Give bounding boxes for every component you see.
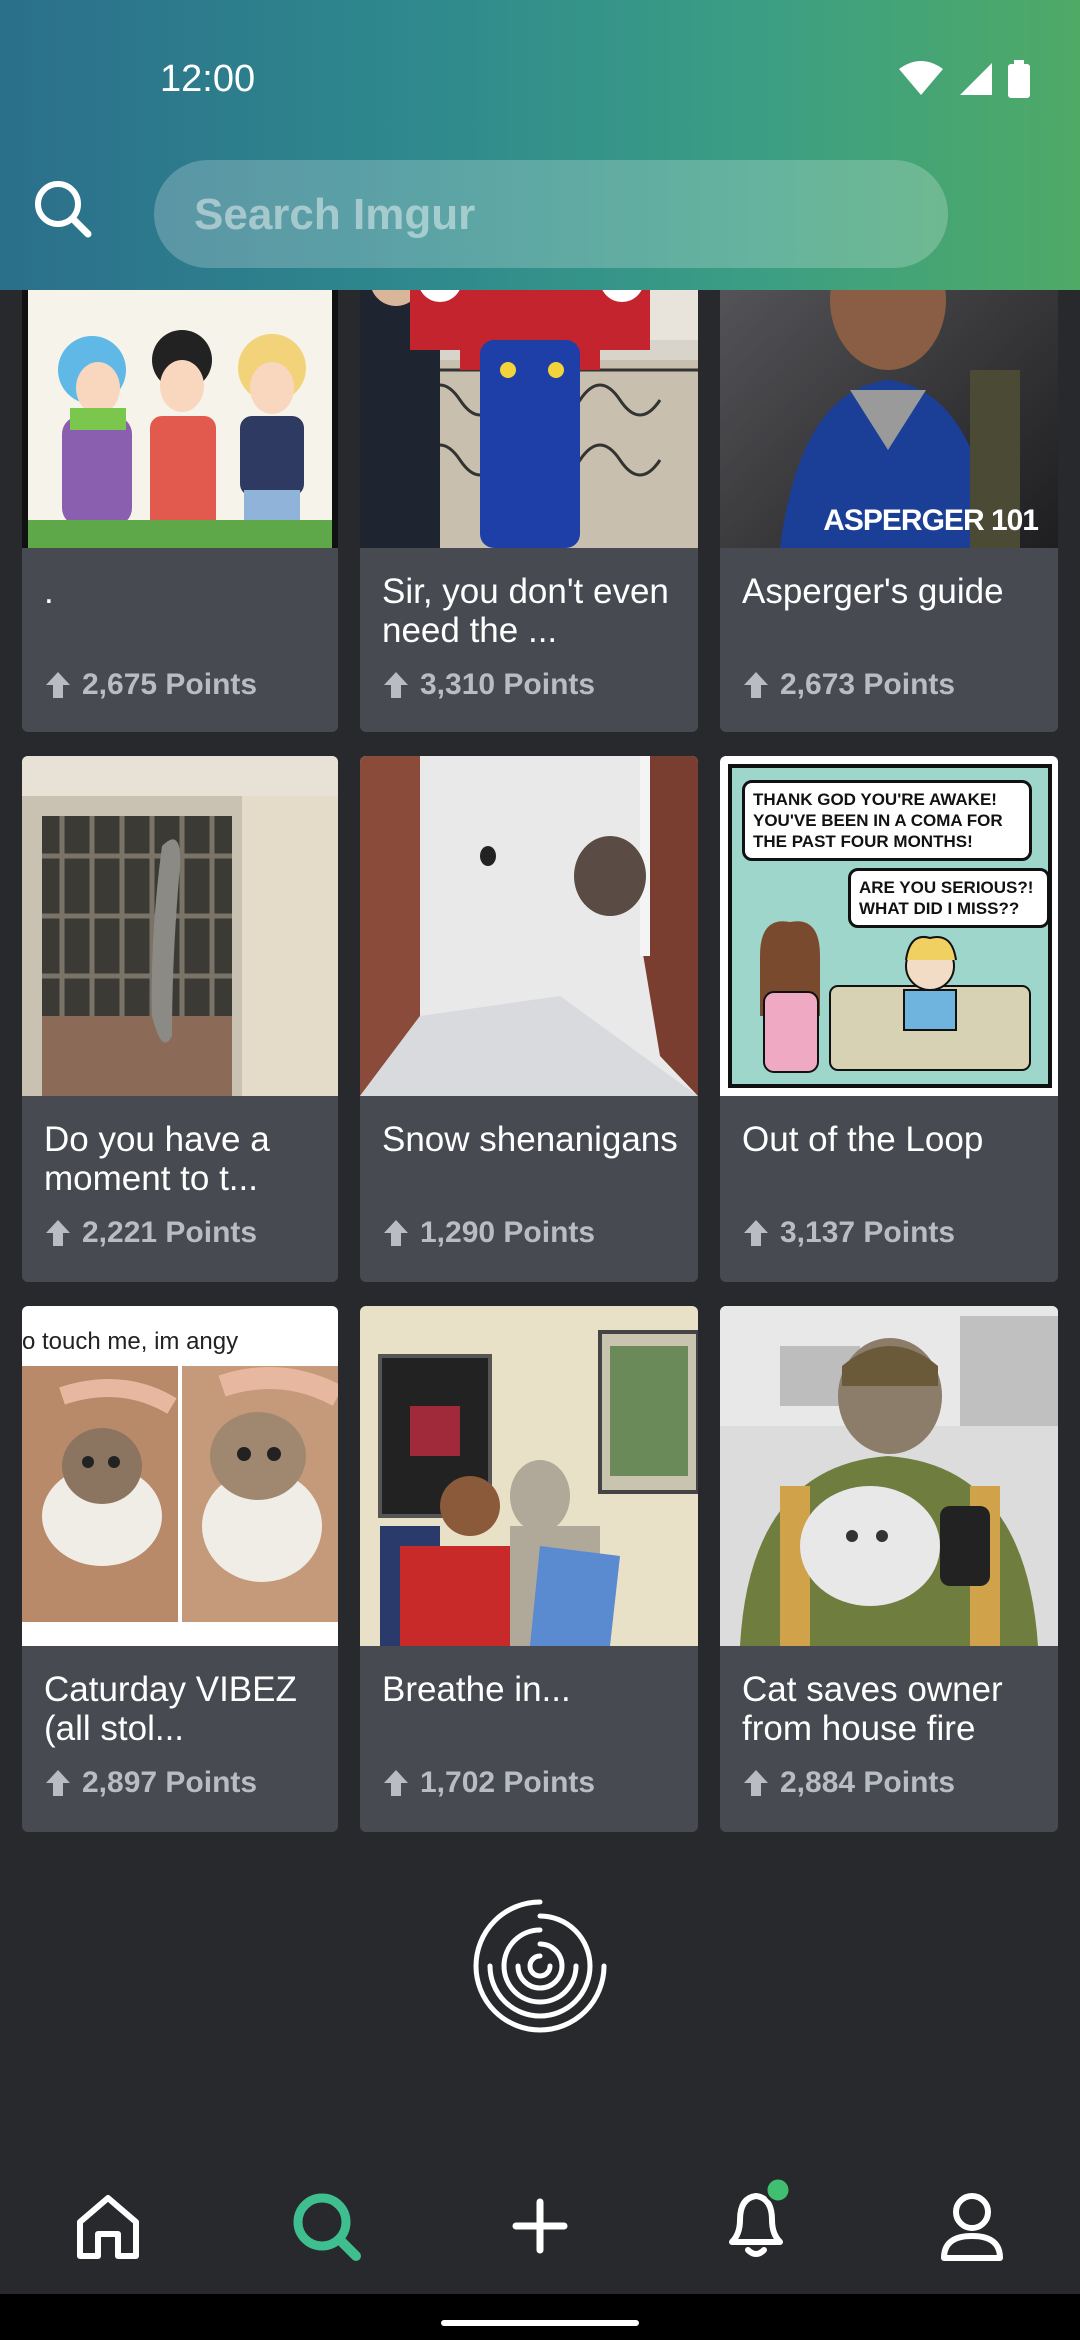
post-points: 2,884 Points (742, 1766, 955, 1800)
post-thumbnail (360, 756, 698, 1096)
post-card[interactable]: THANK GOD YOU'RE AWAKE! YOU'VE BEEN IN A… (720, 756, 1058, 1282)
status-bar: 12:00 (0, 0, 1080, 136)
points-label: 2,675 Points (82, 668, 258, 701)
status-icons (898, 60, 1030, 98)
image-caption: ASPERGER 101 (823, 504, 1039, 537)
post-title: Cat saves owner from house fire (742, 1670, 1003, 1748)
gesture-bar (0, 2294, 1080, 2340)
post-points: 1,290 Points (382, 1216, 595, 1250)
profile-icon[interactable] (932, 2186, 1012, 2266)
post-thumbnail: o touch me, im angy (22, 1306, 338, 1646)
post-title: Breathe in... (382, 1670, 571, 1709)
post-title: Snow shenanigans (382, 1120, 678, 1159)
post-points: 2,675 Points (44, 668, 257, 702)
points-label: 2,221 Points (82, 1216, 258, 1249)
upvote-icon (384, 1770, 408, 1796)
post-title: Caturday VIBEZ (all stol... (44, 1670, 297, 1748)
post-card[interactable]: Cat saves owner from house fire 2,884 Po… (720, 1306, 1058, 1832)
search-icon[interactable] (28, 174, 98, 244)
search-icon[interactable] (286, 2186, 366, 2266)
points-label: 3,137 Points (780, 1216, 956, 1249)
wifi-icon (899, 61, 943, 95)
loading-spinner-icon (473, 1899, 607, 2033)
post-points: 1,702 Points (382, 1766, 595, 1800)
upvote-icon (46, 1770, 70, 1796)
points-label: 2,673 Points (780, 668, 956, 701)
post-title: Asperger's guide (742, 572, 1004, 611)
add-icon[interactable] (500, 2186, 580, 2266)
upvote-icon (46, 1220, 70, 1246)
home-icon[interactable] (68, 2186, 148, 2266)
status-time: 12:00 (160, 58, 256, 100)
post-card[interactable]: ASPERGER 101 Asperger's guide 2,673 Poin… (720, 220, 1058, 732)
upvote-icon (384, 672, 408, 698)
post-points: 3,137 Points (742, 1216, 955, 1250)
bottom-nav (0, 2154, 1080, 2294)
upvote-icon (384, 1220, 408, 1246)
post-thumbnail (360, 1306, 698, 1646)
post-title: Do you have a moment to t... (44, 1120, 270, 1198)
post-thumbnail (22, 756, 338, 1096)
upvote-icon (46, 672, 70, 698)
battery-icon (1008, 60, 1030, 98)
post-card[interactable]: Snow shenanigans 1,290 Points (360, 756, 698, 1282)
points-label: 2,897 Points (82, 1766, 258, 1799)
post-points: 2,221 Points (44, 1216, 257, 1250)
search-placeholder: Search Imgur (194, 190, 476, 239)
post-points: 2,897 Points (44, 1766, 257, 1800)
search-input[interactable]: Search Imgur (154, 160, 948, 268)
post-card[interactable]: . 2,675 Points (22, 220, 338, 732)
upvote-icon (744, 672, 768, 698)
post-card[interactable]: Do you have a moment to t... 2,221 Point… (22, 756, 338, 1282)
gesture-handle[interactable] (441, 2320, 639, 2326)
header: 12:00 Search Imgur (0, 0, 1080, 290)
post-card[interactable]: o touch me, im angy Caturday VIBEZ (all … (22, 1306, 338, 1832)
post-card[interactable]: Breathe in... 1,702 Points (360, 1306, 698, 1832)
post-points: 2,673 Points (742, 668, 955, 702)
post-title: . (44, 572, 54, 611)
post-title: Out of the Loop (742, 1120, 984, 1159)
points-label: 1,290 Points (420, 1216, 596, 1249)
notification-icon[interactable] (716, 2176, 796, 2266)
search-row: Search Imgur (0, 136, 1080, 290)
upvote-icon (744, 1220, 768, 1246)
post-title: Sir, you don't even need the ... (382, 572, 669, 650)
points-label: 3,310 Points (420, 668, 596, 701)
upvote-icon (744, 1770, 768, 1796)
post-thumbnail: THANK GOD YOU'RE AWAKE! YOU'VE BEEN IN A… (720, 756, 1058, 1096)
points-label: 2,884 Points (780, 1766, 956, 1799)
post-points: 3,310 Points (382, 668, 595, 702)
post-thumbnail (720, 1306, 1058, 1646)
post-card[interactable]: Sir, you don't even need the ... 3,310 P… (360, 220, 698, 732)
points-label: 1,702 Points (420, 1766, 596, 1799)
signal-icon (960, 63, 992, 95)
